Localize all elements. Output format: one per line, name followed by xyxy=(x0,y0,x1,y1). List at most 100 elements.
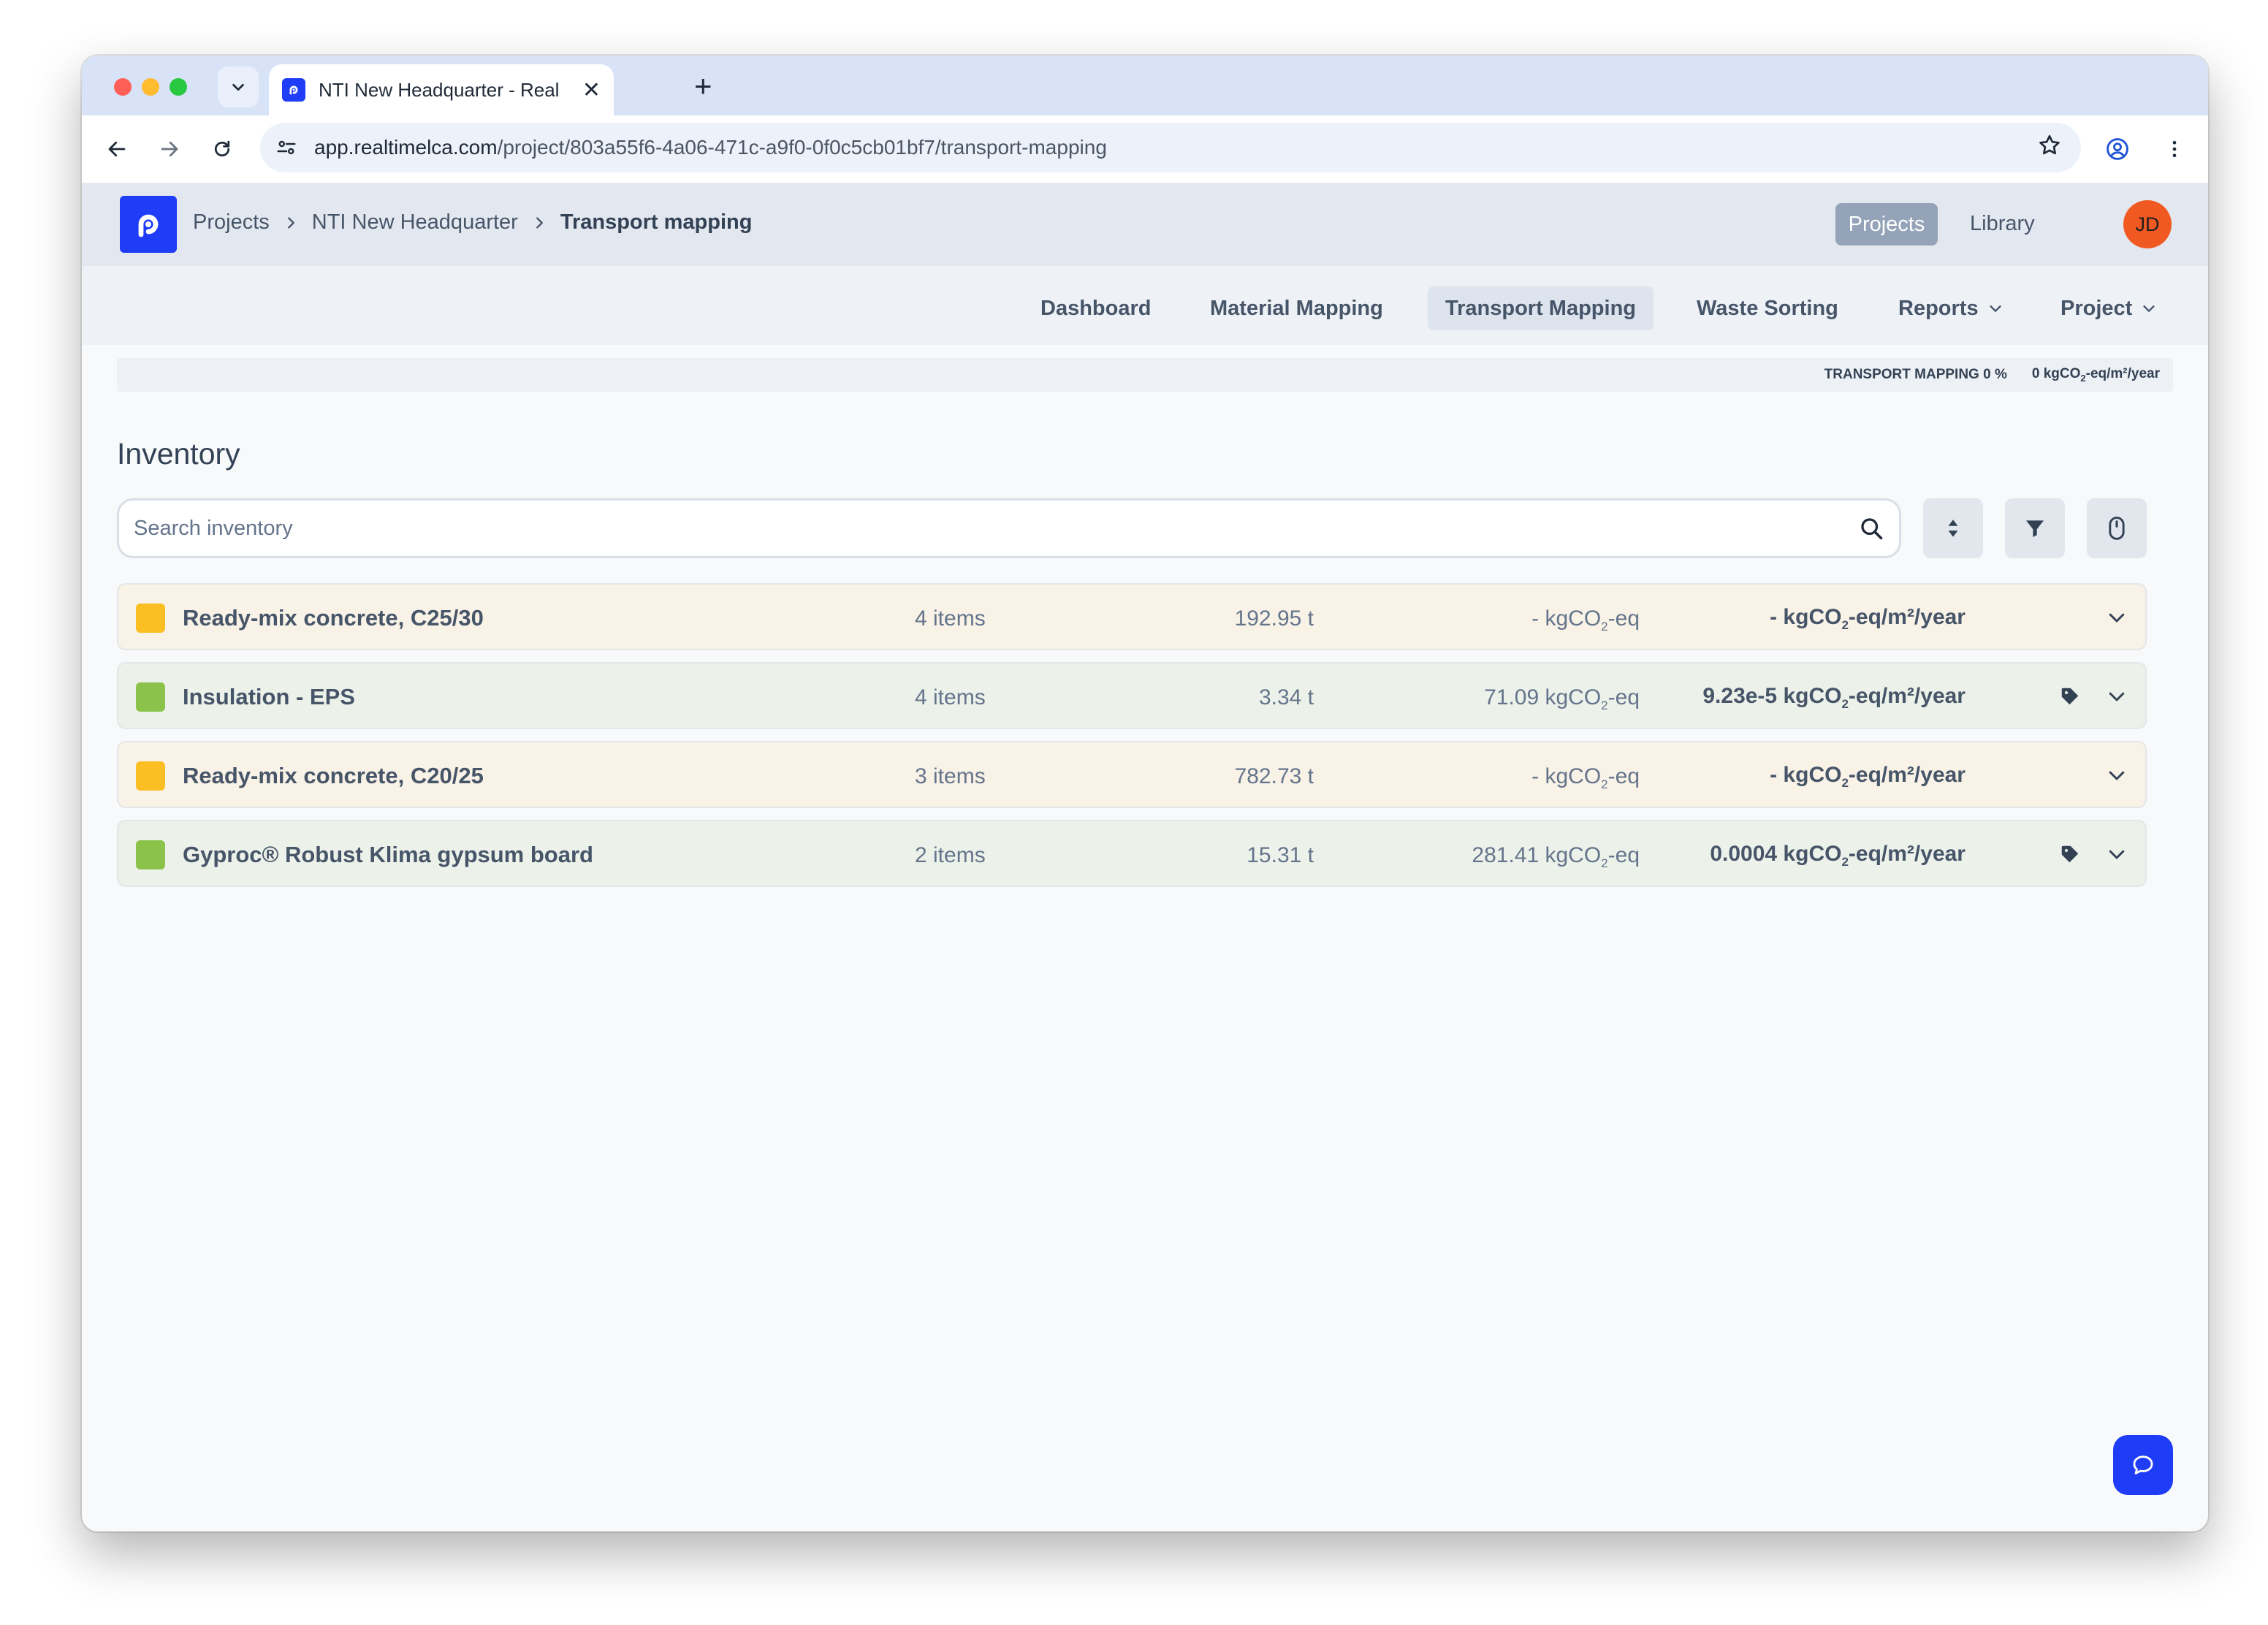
subscript: 2 xyxy=(1601,856,1608,870)
chevron-down-icon[interactable] xyxy=(2106,685,2128,713)
app-logo[interactable] xyxy=(120,196,177,253)
status-bar: TRANSPORT MAPPING 0 % 0 kgCO2-eq/m²/year xyxy=(117,358,2173,392)
tag-icon[interactable] xyxy=(2059,843,2081,871)
chevron-down-icon[interactable] xyxy=(2106,843,2128,871)
breadcrumb: Projects NTI New Headquarter Transport m… xyxy=(193,210,752,235)
tag-icon[interactable] xyxy=(2059,685,2081,713)
breadcrumb-project[interactable]: NTI New Headquarter xyxy=(312,210,518,235)
forward-button[interactable] xyxy=(153,133,186,165)
reload-icon xyxy=(214,140,230,157)
chevron-down-icon xyxy=(1987,300,2003,316)
tab-search-button[interactable] xyxy=(218,66,259,107)
search-input[interactable] xyxy=(134,516,1858,541)
material-weight: 15.31 t xyxy=(1247,843,1314,867)
co2y-value: 9.23e-5 kgCO xyxy=(1702,684,1842,708)
inventory-row[interactable]: Gyproc® Robust Klima gypsum board 2 items… xyxy=(117,820,2147,887)
chevron-down-icon[interactable] xyxy=(2106,606,2128,634)
mouse-mode-button[interactable] xyxy=(2087,498,2147,558)
tab-material-mapping[interactable]: Material Mapping xyxy=(1192,286,1401,330)
inventory-row[interactable]: Ready-mix concrete, C25/30 4 items 192.95 … xyxy=(117,583,2147,650)
bookmark-star-icon[interactable] xyxy=(2037,133,2062,161)
filter-button[interactable] xyxy=(2005,498,2065,558)
breadcrumb-current: Transport mapping xyxy=(560,210,753,234)
tab-waste-sorting[interactable]: Waste Sorting xyxy=(1679,286,1856,330)
subscript: 2 xyxy=(1601,620,1608,633)
url-path: /project/803a55f6-4a06-471c-a9f0-0f0c5cb… xyxy=(497,136,1107,159)
co2-per-area-year: 0.0004 kgCO2-eq/m²/year xyxy=(1710,842,1966,869)
inventory-row[interactable]: Insulation - EPS 4 items 3.34 t 71.09 kgCO2… xyxy=(117,662,2147,729)
tab-label: Waste Sorting xyxy=(1697,296,1838,320)
back-button[interactable] xyxy=(101,133,133,165)
new-tab-button[interactable]: + xyxy=(694,69,712,104)
co2-emissions: 281.41 kgCO2-eq xyxy=(1472,843,1640,871)
chevron-down-icon xyxy=(232,83,244,91)
material-name: Ready-mix concrete, C25/30 xyxy=(183,605,484,631)
subscript: 2 xyxy=(1841,697,1849,711)
close-window-button[interactable] xyxy=(114,78,132,96)
search-icon[interactable] xyxy=(1858,515,1884,541)
logo-icon xyxy=(138,214,159,237)
tab-project[interactable]: Project xyxy=(2043,286,2174,330)
filter-icon xyxy=(2026,520,2044,537)
tab-close-icon[interactable]: ✕ xyxy=(582,77,601,103)
progress-value: 0 % xyxy=(1983,367,2007,382)
co2-value: 281.41 kgCO xyxy=(1472,843,1602,867)
subscript: 2 xyxy=(1841,776,1849,790)
total-unit: -eq/m²/year xyxy=(2085,366,2160,382)
arrow-right-icon xyxy=(161,141,178,157)
browser-tab[interactable]: NTI New Headquarter - Real- ✕ xyxy=(269,64,614,115)
co2y-unit: -eq/m²/year xyxy=(1848,842,1966,866)
item-count: 2 items xyxy=(915,843,986,867)
material-color-swatch xyxy=(136,761,165,791)
chevron-down-icon[interactable] xyxy=(2106,764,2128,792)
minimize-window-button[interactable] xyxy=(142,78,159,96)
subscript: 2 xyxy=(1601,699,1608,712)
co2-unit: -eq xyxy=(1607,685,1640,709)
co2-emissions: - kgCO2-eq xyxy=(1531,764,1640,792)
material-weight: 192.95 t xyxy=(1234,606,1314,631)
address-bar[interactable]: app.realtimelca.com/project/803a55f6-4a0… xyxy=(260,123,2081,172)
sub-navigation: Dashboard Material Mapping Transport Map… xyxy=(82,266,2208,345)
co2-per-area-year: - kgCO2-eq/m²/year xyxy=(1770,605,1966,633)
breadcrumb-projects[interactable]: Projects xyxy=(193,210,270,235)
url-text[interactable]: app.realtimelca.com/project/803a55f6-4a0… xyxy=(314,136,1107,159)
material-color-swatch xyxy=(136,840,165,869)
projects-button[interactable]: Projects xyxy=(1835,203,1938,246)
tab-reports[interactable]: Reports xyxy=(1881,286,2021,330)
site-settings-icon[interactable] xyxy=(272,133,301,162)
reload-button[interactable] xyxy=(206,133,238,165)
co2-value: - kgCO xyxy=(1531,606,1602,631)
maximize-window-button[interactable] xyxy=(170,78,187,96)
co2-per-area-year: 9.23e-5 kgCO2-eq/m²/year xyxy=(1702,684,1966,712)
tab-dashboard[interactable]: Dashboard xyxy=(1023,286,1168,330)
item-count: 4 items xyxy=(915,606,986,631)
profile-button[interactable] xyxy=(2101,133,2134,165)
tab-transport-mapping[interactable]: Transport Mapping xyxy=(1428,286,1654,330)
tab-label: Dashboard xyxy=(1040,296,1152,320)
co2y-unit: -eq/m²/year xyxy=(1848,684,1966,708)
inventory-row[interactable]: Ready-mix concrete, C20/25 3 items 782.73 … xyxy=(117,741,2147,808)
sort-icon xyxy=(1948,520,1958,537)
item-count: 4 items xyxy=(915,685,986,709)
browser-toolbar: app.realtimelca.com/project/803a55f6-4a0… xyxy=(82,115,2208,183)
co2-unit: -eq xyxy=(1607,764,1640,788)
material-color-swatch xyxy=(136,682,165,712)
co2-emissions: - kgCO2-eq xyxy=(1531,606,1640,634)
material-weight: 782.73 t xyxy=(1234,764,1314,788)
sort-button[interactable] xyxy=(1923,498,1983,558)
material-color-swatch xyxy=(136,604,165,633)
search-box[interactable] xyxy=(117,498,1901,558)
library-link[interactable]: Library xyxy=(1970,212,2035,236)
chat-button[interactable] xyxy=(2113,1435,2173,1495)
tab-title: NTI New Headquarter - Real- xyxy=(319,78,560,101)
tab-label: Transport Mapping xyxy=(1445,296,1636,320)
material-weight: 3.34 t xyxy=(1258,685,1314,709)
browser-window: NTI New Headquarter - Real- ✕ + app.real… xyxy=(82,56,2208,1531)
transport-mapping-progress: TRANSPORT MAPPING 0 % xyxy=(1824,367,2007,383)
browser-menu-button[interactable] xyxy=(2158,133,2191,165)
total-value: 0 kgCO xyxy=(2031,366,2081,382)
chat-icon xyxy=(2133,1455,2153,1474)
url-host: app.realtimelca.com xyxy=(314,136,498,159)
user-avatar[interactable]: JD xyxy=(2123,200,2172,248)
tab-strip: NTI New Headquarter - Real- ✕ + xyxy=(82,56,2208,115)
